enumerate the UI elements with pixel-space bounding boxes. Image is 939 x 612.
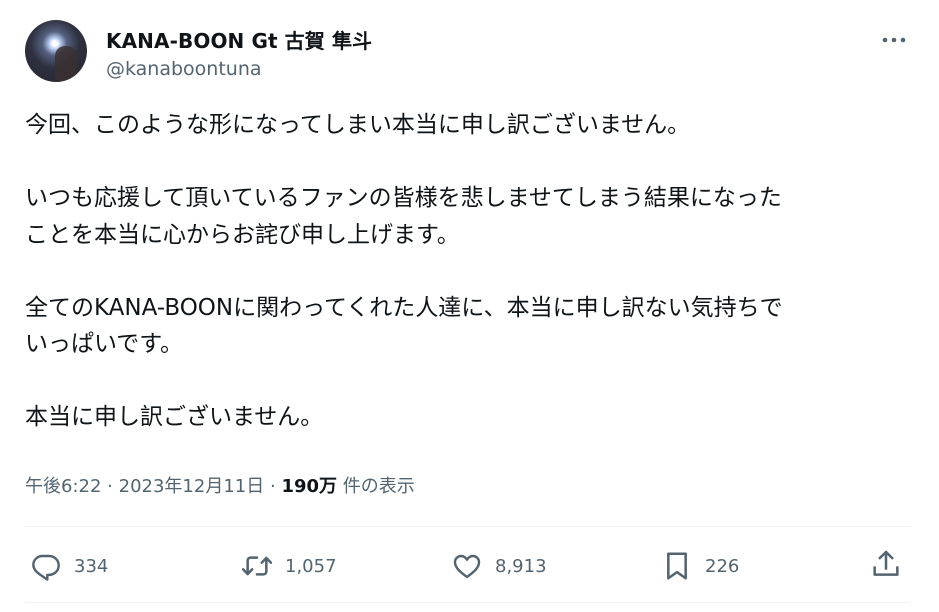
retweet-icon [241,556,273,576]
reply-count: 334 [74,555,109,577]
reply-button[interactable]: 334 [30,549,108,583]
retweet-button[interactable]: 1,057 [241,549,337,583]
like-count: 8,913 [495,555,547,577]
views-label[interactable]: 件の表示 [343,476,415,497]
retweet-count: 1,057 [285,555,337,577]
meta-separator: · [107,476,113,497]
divider-top [25,526,910,527]
share-icon[interactable] [870,548,902,580]
bookmark-icon [667,552,687,580]
more-horizontal-icon[interactable] [882,36,906,44]
bookmark-button[interactable]: 226 [661,549,739,583]
author-display-name[interactable]: KANA-BOON Gt 古賀 隼斗 [106,25,372,54]
tweet-text: 今回、このような形になってしまい本当に申し訳ございません。 いつも応援して頂いて… [25,112,783,430]
like-button[interactable]: 8,913 [451,549,547,583]
heart-icon [453,554,481,579]
reply-icon [32,554,60,581]
avatar[interactable] [25,20,87,82]
bookmark-count: 226 [705,555,740,577]
divider-bottom [25,602,910,603]
meta-separator-2: · [269,476,276,497]
author-handle[interactable]: @kanaboontuna [106,58,262,80]
tweet-date[interactable]: 2023年12月11日 [119,476,265,497]
tweet-time[interactable]: 午後6:22 [25,476,101,497]
views-count: 190万 [281,476,338,497]
tweet-meta: 午後6:22 · 2023年12月11日 · 190万 件の表示 [25,472,415,498]
